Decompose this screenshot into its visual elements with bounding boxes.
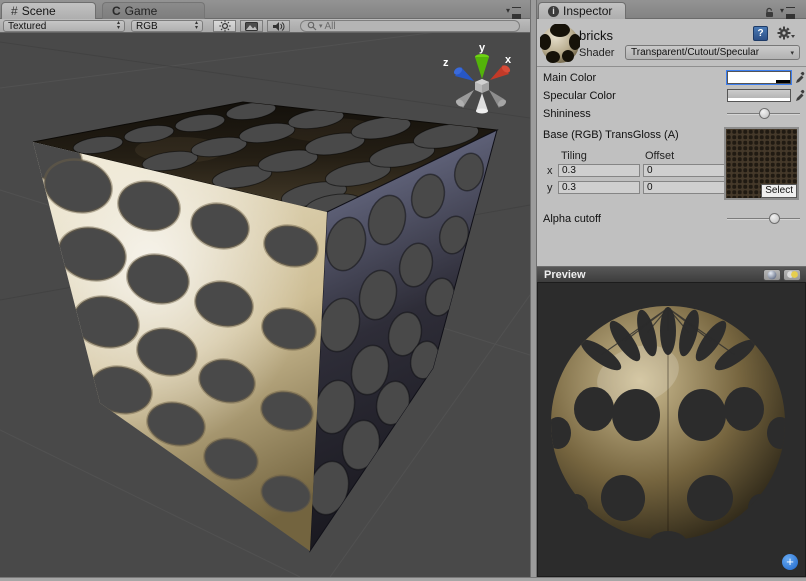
preview-model-button[interactable]	[763, 269, 781, 281]
material-preview-thumbnail[interactable]	[540, 24, 580, 64]
window-bottom-edge	[0, 577, 806, 581]
scene-pane-menu[interactable]: ▾	[506, 6, 521, 15]
preview-header[interactable]: Preview	[537, 266, 806, 282]
shader-label: Shader	[579, 47, 614, 59]
shader-dropdown[interactable]: Transparent/Cutout/Specular ▾	[625, 45, 800, 60]
lights-icon	[786, 270, 799, 279]
inspector-pane-menu[interactable]: ▾	[780, 6, 795, 15]
render-mode-value: Textured	[8, 21, 46, 32]
tab-inspector[interactable]: i Inspector	[538, 2, 626, 19]
tab-scene[interactable]: # Scene	[1, 2, 96, 19]
inspector-tabstrip: i Inspector ▾	[537, 0, 806, 19]
material-preview-area[interactable]: +	[537, 282, 806, 577]
scene-skybox-toggle[interactable]	[240, 20, 263, 32]
lock-icon[interactable]	[764, 5, 775, 23]
scene-grid-icon: #	[11, 4, 18, 18]
slider-track	[727, 218, 800, 220]
speaker-icon	[272, 21, 285, 32]
scene-panel: y x z # Scene C Game ▾ Textured	[0, 0, 530, 577]
shininess-label: Shininess	[543, 108, 591, 120]
offset-y-field[interactable]	[643, 181, 725, 194]
stepper-arrows-icon: ▴▾	[117, 21, 120, 31]
specular-color-swatch[interactable]	[727, 89, 791, 102]
alpha-strip	[728, 80, 790, 83]
shader-dropdown-value: Transparent/Cutout/Specular	[631, 47, 759, 58]
chevron-down-icon: ▾	[506, 6, 510, 15]
tiling-y-field[interactable]	[558, 181, 640, 194]
main-color-label: Main Color	[543, 72, 596, 84]
search-filter-caret-icon: ▾	[319, 22, 323, 30]
preview-lighting-button[interactable]	[783, 269, 801, 281]
tiling-header: Tiling	[561, 150, 587, 162]
tiling-row-y-label: y	[547, 182, 553, 194]
shininess-slider[interactable]	[727, 107, 800, 120]
stepper-arrows-icon: ▴▾	[195, 21, 198, 31]
base-texture-thumbnail[interactable]: Select	[724, 127, 799, 200]
alpha-cutoff-slider[interactable]	[727, 212, 800, 225]
scene-search-input[interactable]: ▾ All	[300, 20, 520, 32]
unity-editor-window: y x z # Scene C Game ▾ Textured	[0, 0, 806, 581]
scene-toolbar: Textured ▴▾ RGB ▴▾	[0, 19, 530, 33]
tiling-row-x-label: x	[547, 165, 553, 177]
hamburger-icon	[786, 7, 795, 14]
divider	[537, 66, 806, 67]
material-name: bricks	[579, 28, 613, 43]
gear-menu-icon[interactable]	[777, 26, 795, 46]
search-icon	[307, 21, 317, 31]
eyedropper-icon[interactable]	[795, 89, 805, 102]
preview-sphere-render	[538, 283, 805, 576]
color-mode-dropdown[interactable]: RGB ▴▾	[131, 20, 203, 32]
inspector-panel: i Inspector ▾	[537, 0, 806, 577]
main-color-swatch[interactable]	[727, 71, 791, 84]
panel-divider[interactable]	[530, 0, 537, 577]
slider-thumb[interactable]	[759, 108, 770, 119]
gizmo-z-label: z	[443, 57, 449, 69]
render-mode-dropdown[interactable]: Textured ▴▾	[3, 20, 125, 32]
gizmo-y-label: y	[479, 42, 486, 54]
scene-tabstrip: # Scene C Game ▾	[0, 0, 530, 19]
game-icon: C	[112, 4, 121, 18]
color-mode-value: RGB	[136, 21, 158, 32]
offset-x-field[interactable]	[643, 164, 725, 177]
base-texture-label: Base (RGB) TransGloss (A)	[543, 129, 679, 141]
slider-thumb[interactable]	[769, 213, 780, 224]
tab-game[interactable]: C Game	[102, 2, 205, 19]
search-filter-label: All	[325, 21, 336, 32]
alpha-strip	[728, 98, 790, 101]
tab-game-label: Game	[125, 4, 158, 18]
eyedropper-icon[interactable]	[795, 71, 805, 84]
offset-header: Offset	[645, 150, 674, 162]
chevron-down-icon: ▾	[780, 6, 784, 15]
add-preview-button[interactable]: +	[782, 554, 798, 570]
help-icon[interactable]: ?	[753, 26, 768, 41]
sphere-icon	[767, 270, 777, 280]
alpha-cutoff-label: Alpha cutoff	[543, 213, 601, 225]
tiling-x-field[interactable]	[558, 164, 640, 177]
tab-inspector-label: Inspector	[563, 4, 612, 18]
specular-color-label: Specular Color	[543, 90, 616, 102]
chevron-down-icon: ▾	[790, 49, 794, 57]
preview-title: Preview	[544, 269, 586, 281]
scene-lighting-toggle[interactable]	[213, 20, 236, 32]
select-texture-button[interactable]: Select	[761, 184, 797, 198]
image-icon	[245, 22, 258, 31]
hamburger-icon	[512, 7, 521, 14]
scene-viewport-canvas[interactable]: y x z	[0, 0, 530, 577]
info-icon: i	[548, 6, 559, 17]
sun-icon	[219, 20, 231, 32]
gizmo-x-label: x	[505, 54, 512, 66]
tab-scene-label: Scene	[22, 4, 56, 18]
scene-audio-toggle[interactable]	[267, 20, 290, 32]
